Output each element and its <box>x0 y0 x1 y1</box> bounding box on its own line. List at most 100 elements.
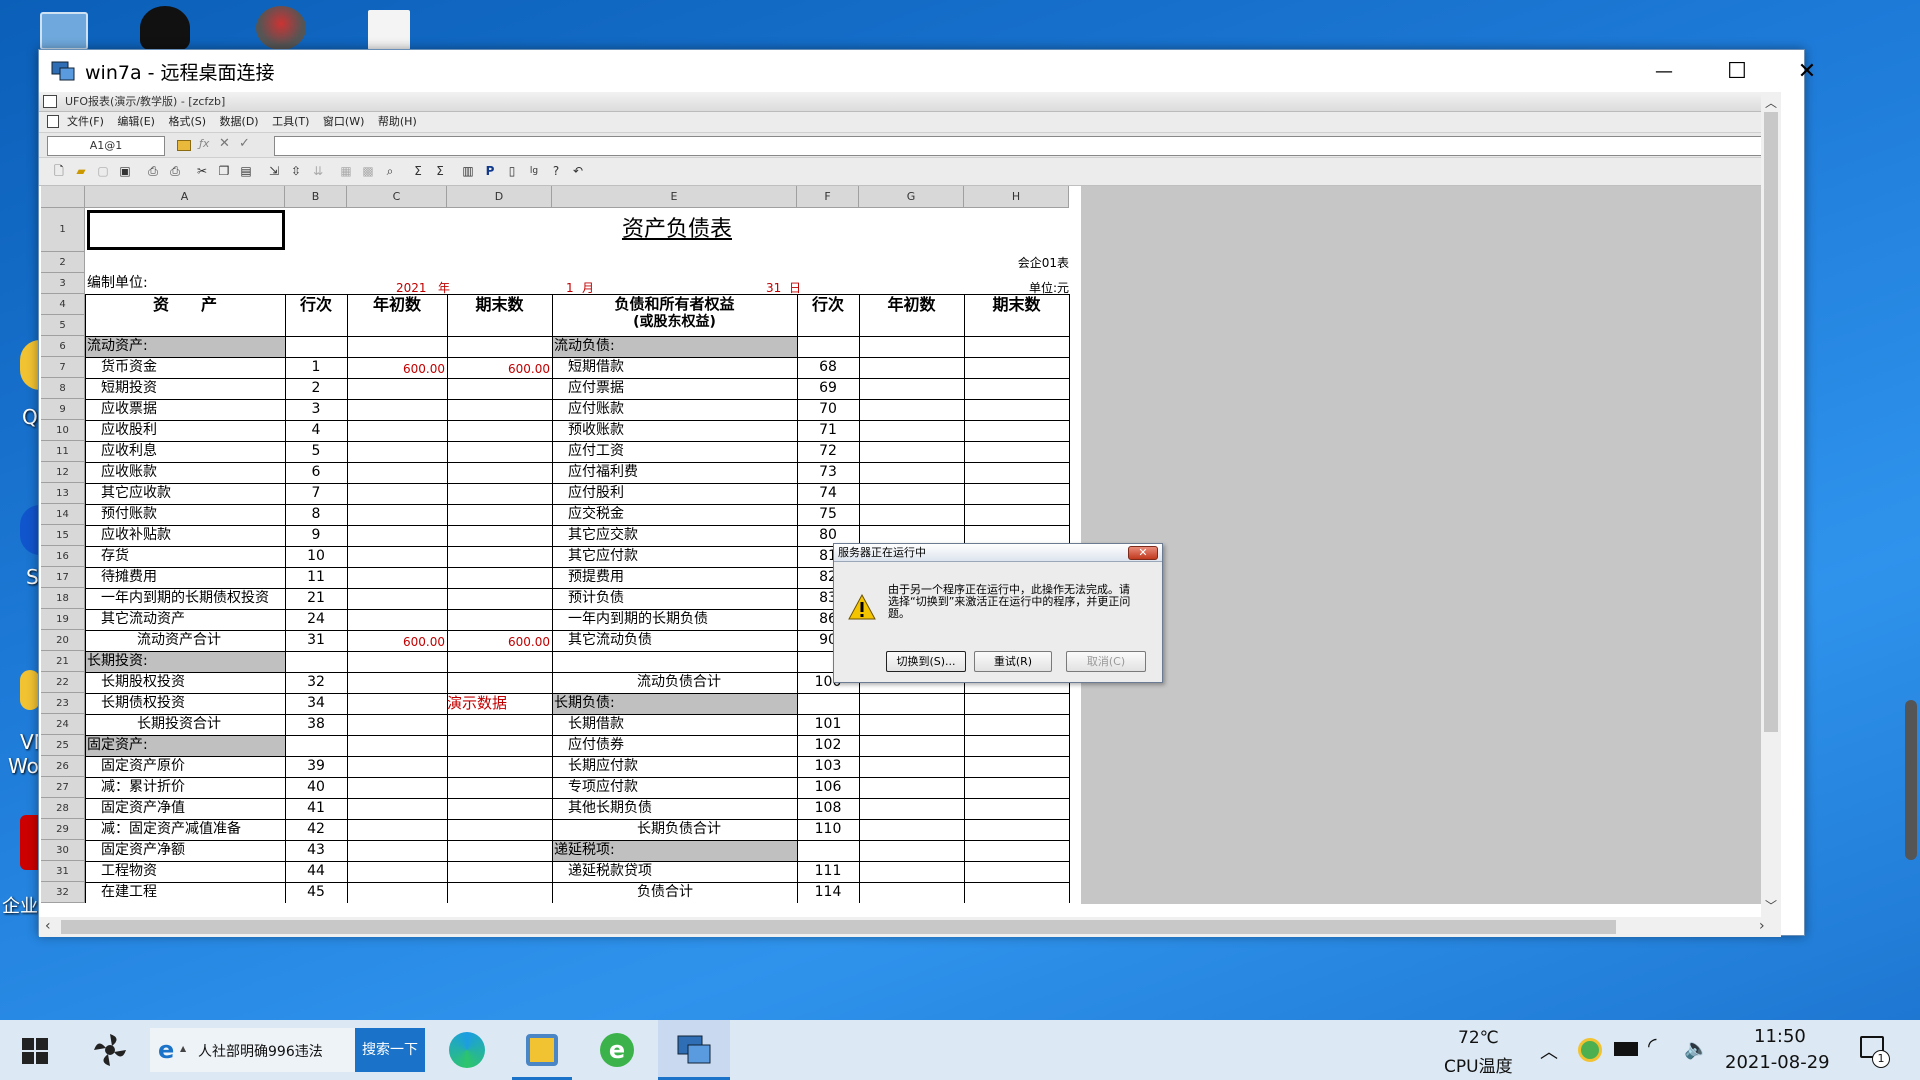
row-header-6[interactable]: 6 <box>41 336 85 357</box>
undo-icon[interactable]: ↶ <box>570 163 586 179</box>
row-header-32[interactable]: 32 <box>41 882 85 903</box>
sum-icon[interactable]: Σ <box>410 163 426 179</box>
row-header-8[interactable]: 8 <box>41 378 85 399</box>
vertical-scrollbar[interactable]: ︿ ﹀ <box>1761 92 1781 917</box>
document-icon[interactable] <box>368 10 410 50</box>
scroll-left-icon[interactable]: ‹ <box>45 918 51 934</box>
row-header-25[interactable]: 25 <box>41 735 85 756</box>
s-app-icon[interactable] <box>20 505 40 555</box>
open-icon[interactable]: ▰ <box>73 163 89 179</box>
horizontal-scroll-thumb[interactable] <box>61 920 1616 934</box>
row-header-12[interactable]: 12 <box>41 462 85 483</box>
wifi-icon[interactable]: ◜ <box>1648 1034 1657 1059</box>
row-header-16[interactable]: 16 <box>41 546 85 567</box>
menu-file[interactable]: 文件(F) <box>67 112 104 132</box>
enterprise-app-icon[interactable] <box>20 815 40 870</box>
page-icon[interactable]: ▯ <box>504 163 520 179</box>
close-button[interactable]: ✕ <box>1772 50 1842 92</box>
col-header-e[interactable]: E <box>552 186 797 208</box>
clock-time[interactable]: 11:50 <box>1754 1026 1806 1047</box>
edge-icon[interactable] <box>445 1028 489 1072</box>
row-header-20[interactable]: 20 <box>41 630 85 651</box>
save-icon[interactable]: ▣ <box>117 163 133 179</box>
row-header-10[interactable]: 10 <box>41 420 85 441</box>
volume-icon[interactable]: 🔈 <box>1684 1036 1709 1060</box>
col-header-h[interactable]: H <box>964 186 1069 208</box>
insert-col-icon[interactable]: ⇳ <box>288 163 304 179</box>
row-header-30[interactable]: 30 <box>41 840 85 861</box>
blank-icon[interactable]: ▢ <box>95 163 111 179</box>
row-header-19[interactable]: 19 <box>41 609 85 630</box>
help-pointer-icon[interactable]: ? <box>548 163 564 179</box>
row-header-23[interactable]: 23 <box>41 693 85 714</box>
row-header-26[interactable]: 26 <box>41 756 85 777</box>
rdp-title-bar[interactable]: win7a - 远程桌面连接 — ☐ ✕ <box>39 50 1816 92</box>
cut-icon[interactable]: ✂ <box>194 163 210 179</box>
row-header-11[interactable]: 11 <box>41 441 85 462</box>
row-header-4[interactable]: 4 <box>41 294 85 315</box>
formula-input[interactable] <box>274 136 1779 156</box>
row-header-15[interactable]: 15 <box>41 525 85 546</box>
row-header-27[interactable]: 27 <box>41 777 85 798</box>
corner-cell[interactable] <box>41 186 85 208</box>
sum-range-icon[interactable]: Σ <box>432 163 448 179</box>
minimize-button[interactable]: — <box>1629 50 1699 92</box>
split-icon[interactable]: ▩ <box>360 163 376 179</box>
confirm-edit-icon[interactable]: ✓ <box>239 136 250 151</box>
row-header-29[interactable]: 29 <box>41 819 85 840</box>
app-window-icon[interactable] <box>520 1028 564 1072</box>
switch-to-button[interactable]: 切换到(S)... <box>886 651 966 672</box>
row-header-13[interactable]: 13 <box>41 483 85 504</box>
menu-window[interactable]: 窗口(W) <box>323 112 364 132</box>
row-header-17[interactable]: 17 <box>41 567 85 588</box>
new-icon[interactable]: 🗋 <box>51 163 67 179</box>
selected-cell-a1[interactable] <box>87 210 285 250</box>
col-header-c[interactable]: C <box>347 186 447 208</box>
show-hidden-icons-icon[interactable]: ︿ <box>1540 1038 1558 1064</box>
folder-yellow-icon[interactable] <box>20 340 40 390</box>
desktop-computer-icon[interactable] <box>40 12 88 50</box>
ufo-app-title-bar[interactable]: UFO报表(演示/教学版) - [zcfzb] <box>39 92 1781 112</box>
clock-date[interactable]: 2021-08-29 <box>1725 1052 1830 1073</box>
insert-row-icon[interactable]: ⇲ <box>266 163 282 179</box>
browser-e-icon[interactable]: e <box>595 1028 639 1072</box>
scroll-down-icon[interactable]: ﹀ <box>1765 897 1777 914</box>
fan-app-icon[interactable] <box>92 1032 128 1068</box>
retry-button[interactable]: 重试(R) <box>974 651 1052 672</box>
row-header-28[interactable]: 28 <box>41 798 85 819</box>
dialog-title-bar[interactable]: 服务器正在运行中 ✕ <box>834 544 1162 562</box>
row-header-5[interactable]: 5 <box>41 315 85 336</box>
menu-data[interactable]: 数据(D) <box>220 112 259 132</box>
vertical-scroll-thumb[interactable] <box>1764 112 1778 732</box>
print-preview-icon[interactable]: ⎙ <box>145 163 161 179</box>
menu-format[interactable]: 格式(S) <box>168 112 206 132</box>
fx-icon[interactable]: ƒx <box>199 137 209 150</box>
row-header-21[interactable]: 21 <box>41 651 85 672</box>
row-header-24[interactable]: 24 <box>41 714 85 735</box>
menu-tools[interactable]: 工具(T) <box>272 112 309 132</box>
col-header-f[interactable]: F <box>797 186 859 208</box>
windows-start-icon[interactable] <box>22 1038 48 1064</box>
horizontal-scrollbar[interactable]: ‹ › <box>39 917 1781 937</box>
remote-desktop-taskbar-icon[interactable] <box>672 1028 716 1072</box>
merge-icon[interactable]: ▦ <box>338 163 354 179</box>
log-icon[interactable]: lg <box>526 163 542 179</box>
scroll-up-icon[interactable]: ︿ <box>1765 94 1777 111</box>
cell-reference-box[interactable]: A1@1 <box>47 136 165 156</box>
taskbar-search-button[interactable]: 搜索一下 <box>355 1028 425 1072</box>
dialog-close-button[interactable]: ✕ <box>1128 546 1158 560</box>
chart-icon[interactable]: ▥ <box>460 163 476 179</box>
col-header-b[interactable]: B <box>285 186 347 208</box>
row-header-3[interactable]: 3 <box>41 273 85 294</box>
cancel-edit-icon[interactable]: ✕ <box>219 136 230 151</box>
row-header-14[interactable]: 14 <box>41 504 85 525</box>
find-icon[interactable]: ⌕ <box>382 163 398 179</box>
row-header-22[interactable]: 22 <box>41 672 85 693</box>
security-shield-icon[interactable] <box>1578 1038 1602 1062</box>
paste-icon[interactable]: ▤ <box>238 163 254 179</box>
row-header-9[interactable]: 9 <box>41 399 85 420</box>
row-header-1[interactable]: 1 <box>41 208 85 252</box>
row-header-18[interactable]: 18 <box>41 588 85 609</box>
menu-edit[interactable]: 编辑(E) <box>117 112 155 132</box>
knight-icon[interactable] <box>256 6 306 50</box>
